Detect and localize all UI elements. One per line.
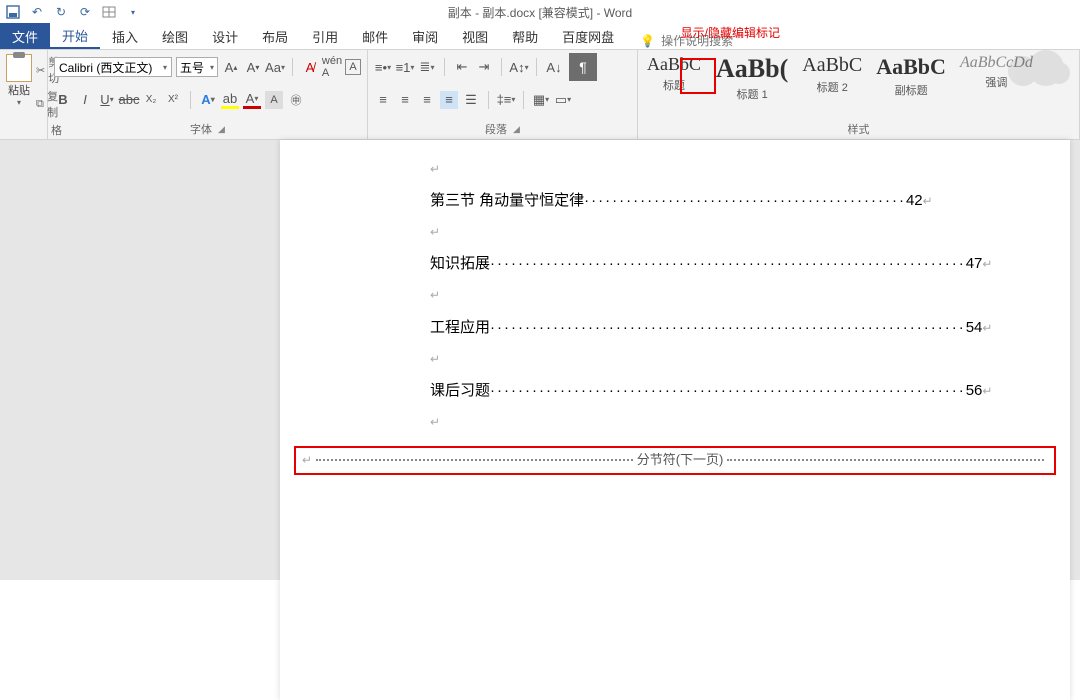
table-icon[interactable] xyxy=(102,5,116,19)
tab-baidu[interactable]: 百度网盘 xyxy=(550,23,626,49)
align-left-button[interactable]: ≡ xyxy=(374,91,392,109)
toc-line: 知识拓展 ···································… xyxy=(430,252,1070,276)
quick-access-toolbar: ↶ ↻ ⟳ ▾ xyxy=(6,5,140,19)
redo-icon[interactable]: ↻ xyxy=(54,5,68,19)
subscript-button[interactable]: X₂ xyxy=(142,91,160,109)
distributed-button[interactable]: ☰ xyxy=(462,91,480,109)
section-break-label: 分节符(下一页) xyxy=(637,450,724,471)
group-font: Calibri (西文正文)▾ 五号▾ A▴ A▾ Aa▾ A̸ wénA A … xyxy=(48,50,368,139)
font-group-label: 字体 xyxy=(190,121,212,137)
align-justify-button[interactable]: ≡ xyxy=(440,91,458,109)
tab-mailings[interactable]: 邮件 xyxy=(350,23,400,49)
style-title[interactable]: AaBbC标题 xyxy=(646,54,702,93)
borders-button[interactable]: ▭▾ xyxy=(554,91,572,109)
change-case-button[interactable]: Aa▾ xyxy=(266,58,284,76)
paragraph-mark-icon: ↵ xyxy=(982,319,992,338)
chevron-down-icon: ▾ xyxy=(210,63,214,72)
toc-line: 第三节 角动量守恒定律 ····························… xyxy=(430,189,1070,213)
superscript-button[interactable]: X² xyxy=(164,91,182,109)
bold-button[interactable]: B xyxy=(54,91,72,109)
shrink-font-button[interactable]: A▾ xyxy=(244,58,262,76)
font-size-selector[interactable]: 五号▾ xyxy=(176,57,218,77)
style-heading1[interactable]: AaBb(标题 1 xyxy=(716,54,788,102)
shading-button[interactable]: ▦▾ xyxy=(532,91,550,109)
font-color-button[interactable]: A▾ xyxy=(243,91,261,109)
tab-references[interactable]: 引用 xyxy=(300,23,350,49)
tab-design[interactable]: 设计 xyxy=(200,23,250,49)
document-area: ↵ 第三节 角动量守恒定律 ··························… xyxy=(0,140,1080,580)
ribbon-tabs: 文件 开始 插入 绘图 设计 布局 引用 邮件 审阅 视图 帮助 百度网盘 💡 … xyxy=(0,24,1080,50)
scissors-icon: ✂ xyxy=(36,64,45,76)
character-shading-button[interactable]: A xyxy=(265,91,283,109)
character-border-button[interactable]: A xyxy=(345,59,361,75)
tab-layout[interactable]: 布局 xyxy=(250,23,300,49)
paste-dropdown-icon[interactable]: ▾ xyxy=(17,98,21,107)
title-bar: ↶ ↻ ⟳ ▾ 副本 - 副本.docx [兼容模式] - Word xyxy=(0,0,1080,24)
tab-help[interactable]: 帮助 xyxy=(500,23,550,49)
section-break-annotation: ↵ 分节符(下一页) xyxy=(294,446,1056,475)
align-center-button[interactable]: ≡ xyxy=(396,91,414,109)
highlight-button[interactable]: ab xyxy=(221,91,239,109)
page[interactable]: ↵ 第三节 角动量守恒定律 ··························… xyxy=(280,140,1070,700)
phonetic-guide-button[interactable]: wénA xyxy=(323,58,341,76)
paragraph-group-label: 段落 xyxy=(485,121,507,137)
clear-formatting-button[interactable]: A̸ xyxy=(301,58,319,76)
copy-icon: ⧉ xyxy=(36,98,44,110)
save-icon[interactable] xyxy=(6,5,20,19)
strikethrough-button[interactable]: abc xyxy=(120,91,138,109)
paste-icon xyxy=(6,54,32,82)
enclose-characters-button[interactable]: ㊥ xyxy=(287,91,305,109)
tab-home[interactable]: 开始 xyxy=(50,23,100,49)
italic-button[interactable]: I xyxy=(76,91,94,109)
sort-button[interactable]: A↓ xyxy=(545,58,563,76)
tab-insert[interactable]: 插入 xyxy=(100,23,150,49)
lightbulb-icon: 💡 xyxy=(640,34,655,48)
refresh-icon[interactable]: ⟳ xyxy=(78,5,92,19)
toc-line: 课后习题 ···································… xyxy=(430,379,1070,403)
ribbon: 粘贴 ▾ ✂剪切 ⧉复制 🖌格式刷 剪贴板◢ Calibri (西文正文)▾ 五… xyxy=(0,50,1080,140)
paragraph-mark-icon: ↵ xyxy=(430,223,1070,242)
paragraph-mark-icon: ↵ xyxy=(430,413,1070,432)
paragraph-dialog-launcher-icon[interactable]: ◢ xyxy=(513,124,520,135)
paragraph-mark-icon: ↵ xyxy=(302,451,312,470)
line-spacing-button[interactable]: ‡≡▾ xyxy=(497,91,515,109)
toc-line: 工程应用 ···································… xyxy=(430,316,1070,340)
paragraph-mark-icon: ↵ xyxy=(430,286,1070,305)
chevron-down-icon: ▾ xyxy=(163,63,167,72)
styles-group-label: 样式 xyxy=(848,121,870,137)
bullets-button[interactable]: ≡•▾ xyxy=(374,58,392,76)
font-name-selector[interactable]: Calibri (西文正文)▾ xyxy=(54,57,172,77)
window-title: 副本 - 副本.docx [兼容模式] - Word xyxy=(448,4,632,21)
annotation-text: 显示/隐藏编辑标记 xyxy=(681,24,780,41)
undo-icon[interactable]: ↶ xyxy=(30,5,44,19)
increase-indent-button[interactable]: ⇥ xyxy=(475,58,493,76)
qat-customize-icon[interactable]: ▾ xyxy=(126,5,140,19)
tab-drawing[interactable]: 绘图 xyxy=(150,23,200,49)
paragraph-mark-icon: ↵ xyxy=(982,255,992,274)
numbering-button[interactable]: ≡1▾ xyxy=(396,58,414,76)
tab-file[interactable]: 文件 xyxy=(0,23,50,49)
decrease-indent-button[interactable]: ⇤ xyxy=(453,58,471,76)
tab-review[interactable]: 审阅 xyxy=(400,23,450,49)
paragraph-mark-icon: ↵ xyxy=(923,192,933,211)
paragraph-mark-icon: ↵ xyxy=(982,382,992,401)
tab-view[interactable]: 视图 xyxy=(450,23,500,49)
asian-layout-button[interactable]: A↕▾ xyxy=(510,58,528,76)
font-dialog-launcher-icon[interactable]: ◢ xyxy=(218,124,225,135)
show-hide-marks-button[interactable]: ¶ xyxy=(569,53,597,81)
group-clipboard: 粘贴 ▾ ✂剪切 ⧉复制 🖌格式刷 剪贴板◢ xyxy=(0,50,48,139)
align-right-button[interactable]: ≡ xyxy=(418,91,436,109)
paragraph-mark-icon: ↵ xyxy=(430,350,1070,369)
paste-label: 粘贴 xyxy=(8,82,30,98)
paragraph-mark-icon: ↵ xyxy=(430,160,1070,179)
watermark-icon xyxy=(1000,46,1072,90)
style-subtitle[interactable]: AaBbC副标题 xyxy=(876,54,946,98)
grow-font-button[interactable]: A▴ xyxy=(222,58,240,76)
multilevel-list-button[interactable]: ≣▾ xyxy=(418,58,436,76)
underline-button[interactable]: U▾ xyxy=(98,91,116,109)
text-effects-button[interactable]: A▾ xyxy=(199,91,217,109)
style-heading2[interactable]: AaBbC标题 2 xyxy=(802,54,862,95)
group-paragraph: ≡•▾ ≡1▾ ≣▾ ⇤ ⇥ A↕▾ A↓ ¶ ≡ ≡ ≡ ≡ ☰ ‡≡▾ ▦▾… xyxy=(368,50,638,139)
